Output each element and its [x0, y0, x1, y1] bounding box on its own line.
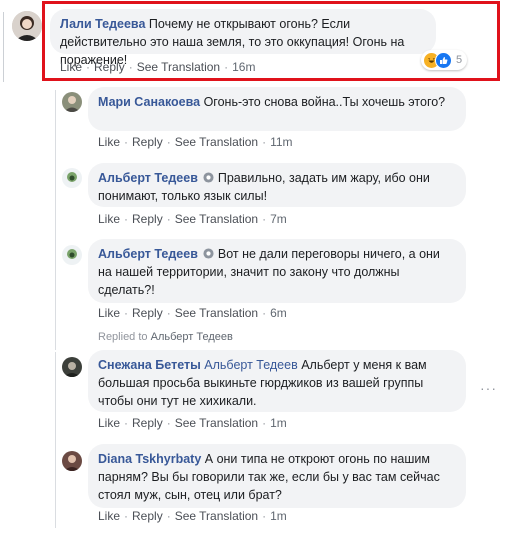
timestamp[interactable]: 11m [270, 135, 292, 149]
like-link[interactable]: Like [98, 416, 120, 430]
verified-icon [203, 248, 214, 259]
reply-bubble: Diana Tskhyrbaty А они типа не откроют о… [88, 444, 466, 508]
reply-link[interactable]: Reply [132, 416, 163, 430]
author-name[interactable]: Diana Tskhyrbaty [98, 452, 201, 466]
see-translation-link[interactable]: See Translation [175, 306, 258, 320]
reply-link[interactable]: Reply [132, 509, 163, 523]
see-translation-link[interactable]: See Translation [175, 212, 258, 226]
reply-bubble: Снежана Бететы Альберт Тедеев Альберт у … [88, 350, 466, 412]
verified-icon [203, 172, 214, 183]
more-options-icon[interactable]: ··· [480, 380, 497, 396]
avatar[interactable] [62, 451, 82, 471]
thread-line [3, 12, 4, 82]
author-name[interactable]: Альберт Тедеев [98, 171, 198, 185]
reply-actions: Like · Reply · See Translation · 6m [98, 306, 287, 320]
avatar[interactable] [62, 92, 82, 112]
mention-link[interactable]: Альберт Тедеев [204, 358, 297, 372]
reply-actions: Like · Reply · See Translation · 7m [98, 212, 287, 226]
like-link[interactable]: Like [98, 306, 120, 320]
reply-bubble: Мари Санакоева Огонь-это снова война..Ты… [88, 87, 466, 131]
reply-link[interactable]: Reply [132, 212, 163, 226]
replies-thread-line [55, 90, 56, 350]
reply-actions: Like · Reply · See Translation · 1m [98, 416, 287, 430]
replied-to-name[interactable]: Альберт Тедеев [151, 331, 233, 343]
reply-link[interactable]: Reply [132, 306, 163, 320]
timestamp[interactable]: 6m [270, 306, 287, 320]
see-translation-link[interactable]: See Translation [175, 416, 258, 430]
like-link[interactable]: Like [98, 135, 120, 149]
see-translation-link[interactable]: See Translation [175, 135, 258, 149]
replied-to-label: Replied to Альберт Тедеев [98, 331, 233, 343]
author-name[interactable]: Мари Санакоева [98, 95, 200, 109]
see-translation-link[interactable]: See Translation [175, 509, 258, 523]
timestamp[interactable]: 7m [270, 212, 287, 226]
reply-bubble: Альберт Тедеев Вот не дали переговоры ни… [88, 239, 466, 303]
author-name[interactable]: Альберт Тедеев [98, 247, 198, 261]
timestamp[interactable]: 1m [270, 416, 287, 430]
author-name[interactable]: Снежана Бететы [98, 358, 201, 372]
reply-actions: Like · Reply · See Translation · 1m [98, 509, 287, 523]
reply-text: Огонь-это снова война..Ты хочешь этого? [203, 95, 446, 109]
avatar[interactable] [12, 11, 42, 41]
avatar[interactable] [62, 168, 82, 188]
reply-link[interactable]: Reply [132, 135, 163, 149]
avatar[interactable] [62, 357, 82, 377]
like-link[interactable]: Like [98, 509, 120, 523]
reply-actions: Like · Reply · See Translation · 11m [98, 135, 293, 149]
highlight-box [42, 1, 500, 81]
replies-thread-line-2 [55, 352, 56, 528]
avatar[interactable] [62, 245, 82, 265]
like-link[interactable]: Like [98, 212, 120, 226]
timestamp[interactable]: 1m [270, 509, 287, 523]
reply-bubble: Альберт Тедеев Правильно, задать им жару… [88, 163, 466, 207]
